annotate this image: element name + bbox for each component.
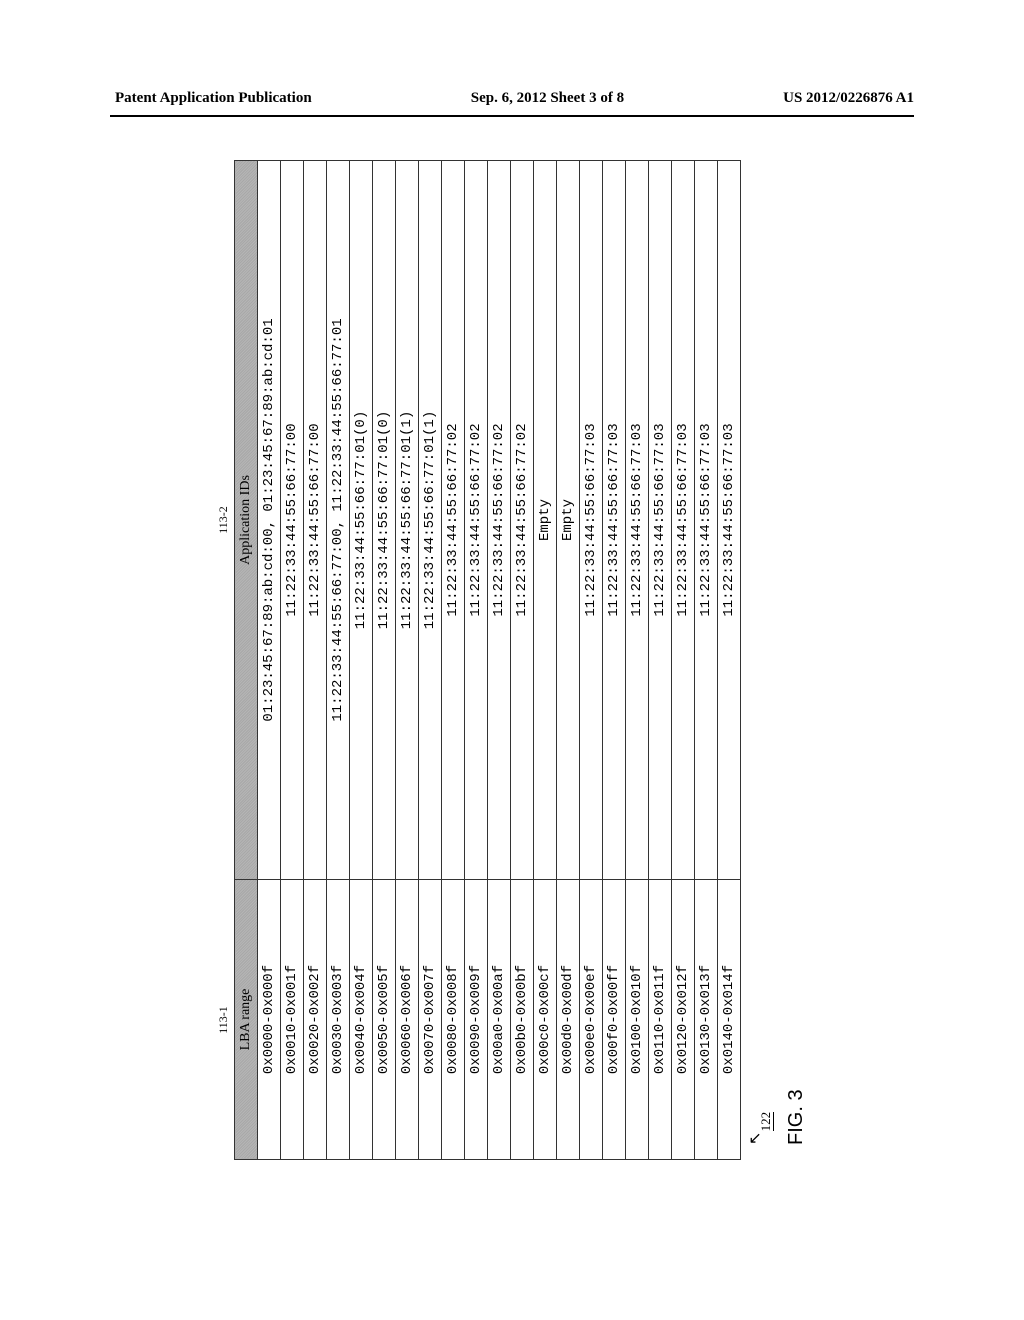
cell-lba: 0x00d0-0x00df: [557, 880, 580, 1160]
cell-app-id: 11:22:33:44:55:66:77:03: [718, 161, 741, 880]
cell-lba: 0x0120-0x012f: [672, 880, 695, 1160]
cell-app-id: 11:22:33:44:55:66:77:01(1): [396, 161, 419, 880]
annotation-ref: 122: [758, 1112, 774, 1132]
header-divider: [110, 115, 914, 117]
cell-lba: 0x0130-0x013f: [695, 880, 718, 1160]
table-row: 0x00b0-0x00bf11:22:33:44:55:66:77:02: [511, 161, 534, 1160]
column-reference-labels: 113-1 113-2: [216, 160, 231, 1160]
ref-label-left: 113-1: [216, 880, 231, 1160]
cell-app-id: 11:22:33:44:55:66:77:02: [465, 161, 488, 880]
header-right: US 2012/0226876 A1: [783, 90, 914, 107]
header-app: Application IDs: [235, 161, 258, 880]
table-row: 0x0070-0x007f11:22:33:44:55:66:77:01(1): [419, 161, 442, 1160]
cell-app-id: 11:22:33:44:55:66:77:00: [281, 161, 304, 880]
cell-lba: 0x0050-0x005f: [373, 880, 396, 1160]
table-row: 0x00a0-0x00af11:22:33:44:55:66:77:02: [488, 161, 511, 1160]
table-row: 0x0030-0x003f11:22:33:44:55:66:77:00, 11…: [327, 161, 350, 1160]
cell-app-id: 11:22:33:44:55:66:77:03: [649, 161, 672, 880]
header-left: Patent Application Publication: [115, 90, 312, 107]
figure-content: 113-1 113-2 LBA range Application IDs 0x…: [216, 160, 808, 1160]
reference-annotation: ↖ 122: [745, 160, 765, 1145]
cell-app-id: 11:22:33:44:55:66:77:03: [672, 161, 695, 880]
cell-app-id: 11:22:33:44:55:66:77:00, 11:22:33:44:55:…: [327, 161, 350, 880]
figure-label: FIG. 3: [785, 160, 808, 1145]
cell-lba: 0x0030-0x003f: [327, 880, 350, 1160]
cell-app-id: Empty: [557, 161, 580, 880]
cell-lba: 0x0110-0x011f: [649, 880, 672, 1160]
table-row: 0x0040-0x004f11:22:33:44:55:66:77:01(0): [350, 161, 373, 1160]
table-row: 0x0110-0x011f11:22:33:44:55:66:77:03: [649, 161, 672, 1160]
cell-app-id: 11:22:33:44:55:66:77:01(1): [419, 161, 442, 880]
table-row: 0x00d0-0x00dfEmpty: [557, 161, 580, 1160]
table-row: 0x0120-0x012f11:22:33:44:55:66:77:03: [672, 161, 695, 1160]
cell-lba: 0x0020-0x002f: [304, 880, 327, 1160]
table-row: 0x0050-0x005f11:22:33:44:55:66:77:01(0): [373, 161, 396, 1160]
cell-app-id: Empty: [534, 161, 557, 880]
table-row: 0x0130-0x013f11:22:33:44:55:66:77:03: [695, 161, 718, 1160]
cell-lba: 0x00a0-0x00af: [488, 880, 511, 1160]
table-row: 0x0020-0x002f11:22:33:44:55:66:77:00: [304, 161, 327, 1160]
cell-lba: 0x0100-0x010f: [626, 880, 649, 1160]
cell-app-id: 11:22:33:44:55:66:77:03: [626, 161, 649, 880]
cell-app-id: 11:22:33:44:55:66:77:02: [488, 161, 511, 880]
header-lba: LBA range: [235, 880, 258, 1160]
cell-lba: 0x0040-0x004f: [350, 880, 373, 1160]
cell-lba: 0x0090-0x009f: [465, 880, 488, 1160]
cell-app-id: 11:22:33:44:55:66:77:01(0): [373, 161, 396, 880]
lba-application-table: LBA range Application IDs 0x0000-0x000f0…: [234, 160, 741, 1160]
cell-app-id: 11:22:33:44:55:66:77:03: [580, 161, 603, 880]
table-row: 0x0100-0x010f11:22:33:44:55:66:77:03: [626, 161, 649, 1160]
cell-app-id: 11:22:33:44:55:66:77:00: [304, 161, 327, 880]
cell-lba: 0x0060-0x006f: [396, 880, 419, 1160]
page-header: Patent Application Publication Sep. 6, 2…: [0, 90, 1024, 107]
cell-lba: 0x0070-0x007f: [419, 880, 442, 1160]
table-row: 0x0090-0x009f11:22:33:44:55:66:77:02: [465, 161, 488, 1160]
cell-app-id: 11:22:33:44:55:66:77:02: [511, 161, 534, 880]
table-row: 0x0000-0x000f01:23:45:67:89:ab:cd:00, 01…: [258, 161, 281, 1160]
table-row: 0x0140-0x014f11:22:33:44:55:66:77:03: [718, 161, 741, 1160]
cell-app-id: 11:22:33:44:55:66:77:01(0): [350, 161, 373, 880]
arrow-icon: ↖: [745, 1132, 765, 1145]
table-header-row: LBA range Application IDs: [235, 161, 258, 1160]
cell-lba: 0x0080-0x008f: [442, 880, 465, 1160]
cell-lba: 0x0000-0x000f: [258, 880, 281, 1160]
table-row: 0x00c0-0x00cfEmpty: [534, 161, 557, 1160]
cell-lba: 0x00c0-0x00cf: [534, 880, 557, 1160]
table-row: 0x0080-0x008f11:22:33:44:55:66:77:02: [442, 161, 465, 1160]
table-row: 0x00e0-0x00ef11:22:33:44:55:66:77:03: [580, 161, 603, 1160]
table-row: 0x0060-0x006f11:22:33:44:55:66:77:01(1): [396, 161, 419, 1160]
table-row: 0x0010-0x001f11:22:33:44:55:66:77:00: [281, 161, 304, 1160]
cell-app-id: 01:23:45:67:89:ab:cd:00, 01:23:45:67:89:…: [258, 161, 281, 880]
cell-lba: 0x0010-0x001f: [281, 880, 304, 1160]
header-center: Sep. 6, 2012 Sheet 3 of 8: [471, 90, 624, 107]
cell-lba: 0x00e0-0x00ef: [580, 880, 603, 1160]
cell-lba: 0x0140-0x014f: [718, 880, 741, 1160]
table-row: 0x00f0-0x00ff11:22:33:44:55:66:77:03: [603, 161, 626, 1160]
cell-lba: 0x00f0-0x00ff: [603, 880, 626, 1160]
cell-app-id: 11:22:33:44:55:66:77:03: [603, 161, 626, 880]
cell-lba: 0x00b0-0x00bf: [511, 880, 534, 1160]
ref-label-right: 113-2: [216, 160, 231, 880]
cell-app-id: 11:22:33:44:55:66:77:02: [442, 161, 465, 880]
cell-app-id: 11:22:33:44:55:66:77:03: [695, 161, 718, 880]
